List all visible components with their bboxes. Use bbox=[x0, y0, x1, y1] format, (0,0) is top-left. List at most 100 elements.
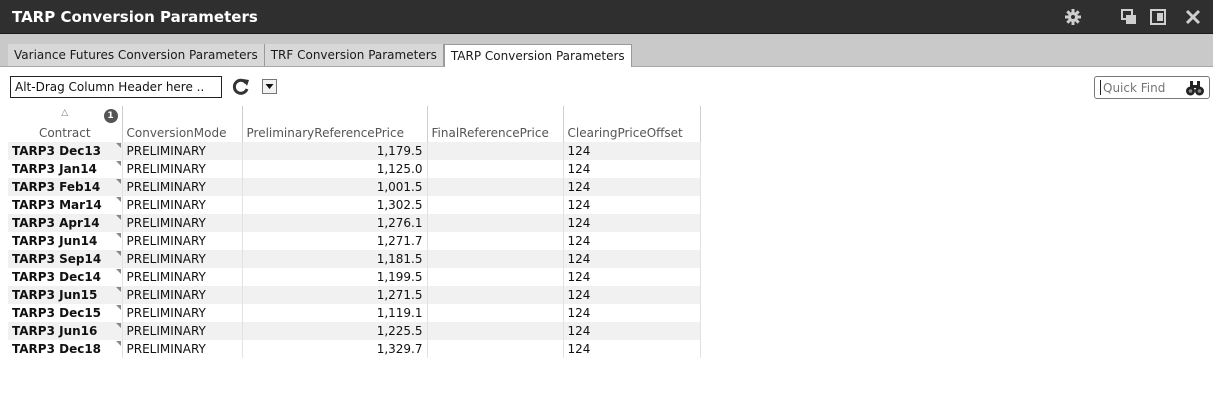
preliminary-price-cell: 1,001.5 bbox=[242, 178, 428, 196]
final-price-cell bbox=[427, 286, 564, 304]
preliminary-price-cell: 1,181.5 bbox=[242, 250, 428, 268]
contract-cell: TARP3 Dec18 bbox=[8, 340, 123, 358]
column-header-contract[interactable]: △ 1 Contract bbox=[8, 106, 123, 142]
contract-cell: TARP3 Dec15 bbox=[8, 304, 123, 322]
text-cursor bbox=[1100, 80, 1101, 95]
chevron-down-icon bbox=[265, 84, 274, 89]
final-price-cell bbox=[427, 322, 564, 340]
conversion-mode-cell: PRELIMINARY bbox=[122, 268, 243, 286]
conversion-mode-cell: PRELIMINARY bbox=[122, 178, 243, 196]
column-header-preliminary-reference-price[interactable]: PreliminaryReferencePrice bbox=[242, 106, 428, 142]
contract-name: TARP3 Dec15 bbox=[12, 306, 102, 320]
conversion-mode-cell: PRELIMINARY bbox=[122, 196, 243, 214]
table-row[interactable]: TARP3 Dec18 PRELIMINARY 1,329.7 124 bbox=[8, 340, 701, 358]
sort-order-badge: 1 bbox=[103, 109, 118, 123]
contract-name: TARP3 Sep14 bbox=[12, 252, 102, 266]
clearing-offset-cell: 124 bbox=[563, 322, 701, 340]
conversion-mode-cell: PRELIMINARY bbox=[122, 232, 243, 250]
tab-strip: Variance Futures Conversion Parameters T… bbox=[0, 34, 1213, 67]
table-row[interactable]: TARP3 Sep14 PRELIMINARY 1,181.5 124 bbox=[8, 250, 701, 268]
contract-name: TARP3 Dec18 bbox=[12, 342, 102, 356]
preliminary-price-cell: 1,179.5 bbox=[242, 142, 428, 160]
clearing-offset-cell: 124 bbox=[563, 214, 701, 232]
contract-cell: TARP3 Dec13 bbox=[8, 142, 123, 160]
quick-find-box[interactable] bbox=[1094, 76, 1210, 99]
contract-name: TARP3 Jun16 bbox=[12, 324, 98, 338]
table-row[interactable]: TARP3 Dec15 PRELIMINARY 1,119.1 124 bbox=[8, 304, 701, 322]
contract-cell: TARP3 Jun15 bbox=[8, 286, 123, 304]
contract-cell: TARP3 Apr14 bbox=[8, 214, 123, 232]
gear-icon[interactable] bbox=[1064, 8, 1082, 26]
contract-cell: TARP3 Dec14 bbox=[8, 268, 123, 286]
clearing-offset-cell: 124 bbox=[563, 250, 701, 268]
contract-cell: TARP3 Jan14 bbox=[8, 160, 123, 178]
contract-cell: TARP3 Sep14 bbox=[8, 250, 123, 268]
cell-corner-marker bbox=[115, 197, 121, 202]
contract-name: TARP3 Jun14 bbox=[12, 234, 98, 248]
preliminary-price-cell: 1,276.1 bbox=[242, 214, 428, 232]
column-header-final-reference-price[interactable]: FinalReferencePrice bbox=[427, 106, 564, 142]
final-price-cell bbox=[427, 250, 564, 268]
detach-icon[interactable] bbox=[1149, 8, 1167, 26]
table-row[interactable]: TARP3 Feb14 PRELIMINARY 1,001.5 124 bbox=[8, 178, 701, 196]
table-row[interactable]: TARP3 Dec14 PRELIMINARY 1,199.5 124 bbox=[8, 268, 701, 286]
clearing-offset-cell: 124 bbox=[563, 142, 701, 160]
cell-corner-marker bbox=[115, 215, 121, 220]
contract-name: TARP3 Mar14 bbox=[12, 198, 102, 212]
table-row[interactable]: TARP3 Jun15 PRELIMINARY 1,271.5 124 bbox=[8, 286, 701, 304]
final-price-cell bbox=[427, 340, 564, 358]
table-row[interactable]: TARP3 Mar14 PRELIMINARY 1,302.5 124 bbox=[8, 196, 701, 214]
preliminary-price-cell: 1,329.7 bbox=[242, 340, 428, 358]
contract-cell: TARP3 Feb14 bbox=[8, 178, 123, 196]
tab-trf-conversion-parameters[interactable]: TRF Conversion Parameters bbox=[264, 44, 444, 66]
column-header-conversion-mode[interactable]: ConversionMode bbox=[122, 106, 243, 142]
tab-variance-futures-conversion-parameters[interactable]: Variance Futures Conversion Parameters bbox=[8, 44, 265, 66]
cell-corner-marker bbox=[115, 179, 121, 184]
contract-name: TARP3 Apr14 bbox=[12, 216, 100, 230]
cell-corner-marker bbox=[115, 269, 121, 274]
contract-cell: TARP3 Jun14 bbox=[8, 232, 123, 250]
final-price-cell bbox=[427, 142, 564, 160]
toolbar-dropdown-button[interactable] bbox=[262, 79, 277, 94]
contract-name: TARP3 Jun15 bbox=[12, 288, 98, 302]
conversion-parameters-table: △ 1 Contract ConversionMode PreliminaryR… bbox=[8, 106, 701, 358]
clearing-offset-cell: 124 bbox=[563, 304, 701, 322]
cell-corner-marker bbox=[115, 287, 121, 292]
cell-corner-marker bbox=[115, 143, 121, 148]
cell-corner-marker bbox=[115, 233, 121, 238]
refresh-icon[interactable] bbox=[231, 77, 251, 97]
final-price-cell bbox=[427, 196, 564, 214]
contract-name: TARP3 Jan14 bbox=[12, 162, 97, 176]
conversion-mode-cell: PRELIMINARY bbox=[122, 304, 243, 322]
final-price-cell bbox=[427, 304, 564, 322]
table-row[interactable]: TARP3 Jun16 PRELIMINARY 1,225.5 124 bbox=[8, 322, 701, 340]
conversion-mode-cell: PRELIMINARY bbox=[122, 214, 243, 232]
preliminary-price-cell: 1,271.5 bbox=[242, 286, 428, 304]
column-label: Contract bbox=[38, 126, 91, 140]
binoculars-icon[interactable] bbox=[1185, 79, 1205, 97]
final-price-cell bbox=[427, 214, 564, 232]
table-row[interactable]: TARP3 Jun14 PRELIMINARY 1,271.7 124 bbox=[8, 232, 701, 250]
conversion-mode-cell: PRELIMINARY bbox=[122, 322, 243, 340]
table-row[interactable]: TARP3 Apr14 PRELIMINARY 1,276.1 124 bbox=[8, 214, 701, 232]
tab-tarp-conversion-parameters[interactable]: TARP Conversion Parameters bbox=[443, 44, 632, 67]
window-title: TARP Conversion Parameters bbox=[12, 8, 258, 26]
title-bar: TARP Conversion Parameters bbox=[0, 0, 1213, 34]
conversion-mode-cell: PRELIMINARY bbox=[122, 142, 243, 160]
preliminary-price-cell: 1,271.7 bbox=[242, 232, 428, 250]
preliminary-price-cell: 1,302.5 bbox=[242, 196, 428, 214]
group-by-drop-area[interactable]: Alt-Drag Column Header here .. bbox=[10, 76, 222, 98]
column-header-clearing-price-offset[interactable]: ClearingPriceOffset bbox=[563, 106, 701, 142]
clearing-offset-cell: 124 bbox=[563, 178, 701, 196]
contract-name: TARP3 Dec13 bbox=[12, 144, 102, 158]
sort-ascending-icon: △ bbox=[61, 108, 69, 118]
restore-window-icon[interactable] bbox=[1120, 8, 1138, 26]
final-price-cell bbox=[427, 178, 564, 196]
table-row[interactable]: TARP3 Jan14 PRELIMINARY 1,125.0 124 bbox=[8, 160, 701, 178]
conversion-mode-cell: PRELIMINARY bbox=[122, 286, 243, 304]
table-row[interactable]: TARP3 Dec13 PRELIMINARY 1,179.5 124 bbox=[8, 142, 701, 160]
quick-find-input[interactable] bbox=[1103, 79, 1179, 96]
conversion-mode-cell: PRELIMINARY bbox=[122, 340, 243, 358]
cell-corner-marker bbox=[115, 161, 121, 166]
close-icon[interactable] bbox=[1184, 8, 1202, 26]
